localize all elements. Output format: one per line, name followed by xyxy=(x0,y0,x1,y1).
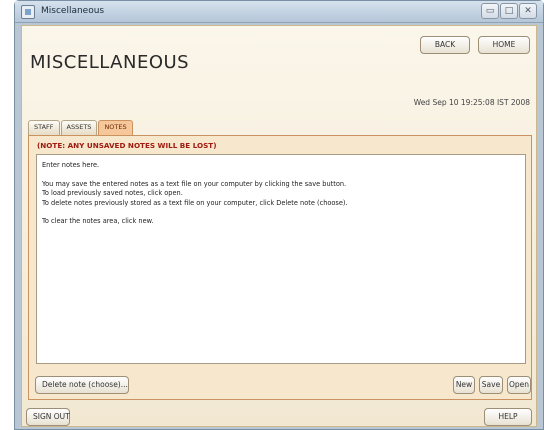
notes-line: To delete notes previously stored as a t… xyxy=(42,198,348,207)
notes-line: To clear the notes area, click new. xyxy=(42,217,154,225)
maximize-icon[interactable]: □ xyxy=(500,3,518,19)
window-controls: ▭ □ ✕ xyxy=(481,3,537,19)
tab-bar: STAFF ASSETS NOTES xyxy=(28,120,133,135)
open-button[interactable]: Open xyxy=(507,376,531,394)
notes-line: To load previously saved notes, click op… xyxy=(42,189,183,197)
datetime-display: Wed Sep 10 19:25:08 IST 2008 xyxy=(413,98,530,107)
tab-staff[interactable]: STAFF xyxy=(28,120,60,135)
title-bar[interactable]: Miscellaneous ▭ □ ✕ xyxy=(15,1,543,23)
back-button[interactable]: BACK xyxy=(420,36,470,54)
home-button[interactable]: HOME xyxy=(478,36,530,54)
save-button[interactable]: Save xyxy=(479,376,503,394)
minimize-icon[interactable]: ▭ xyxy=(481,3,499,19)
notes-textarea[interactable]: Enter notes here. You may save the enter… xyxy=(36,154,526,364)
window-title: Miscellaneous xyxy=(41,6,105,16)
app-content: BACK HOME MISCELLANEOUS Wed Sep 10 19:25… xyxy=(21,25,537,427)
delete-note-button[interactable]: Delete note (choose)... xyxy=(35,376,129,394)
unsaved-warning: (NOTE: ANY UNSAVED NOTES WILL BE LOST) xyxy=(37,141,217,150)
app-window-icon xyxy=(21,5,35,19)
page-title: MISCELLANEOUS xyxy=(30,52,190,73)
notes-line: Enter notes here. xyxy=(42,161,100,169)
sign-out-button[interactable]: SIGN OUT xyxy=(26,408,70,426)
app-window: Miscellaneous ▭ □ ✕ BACK HOME MISCELLANE… xyxy=(14,0,544,430)
help-button[interactable]: HELP xyxy=(484,408,532,426)
tab-assets[interactable]: ASSETS xyxy=(60,120,98,135)
tab-notes[interactable]: NOTES xyxy=(98,120,133,135)
notes-line: You may save the entered notes as a text… xyxy=(42,179,347,188)
notes-panel: (NOTE: ANY UNSAVED NOTES WILL BE LOST) E… xyxy=(28,135,532,400)
close-icon[interactable]: ✕ xyxy=(519,3,537,19)
new-button[interactable]: New xyxy=(453,376,475,394)
